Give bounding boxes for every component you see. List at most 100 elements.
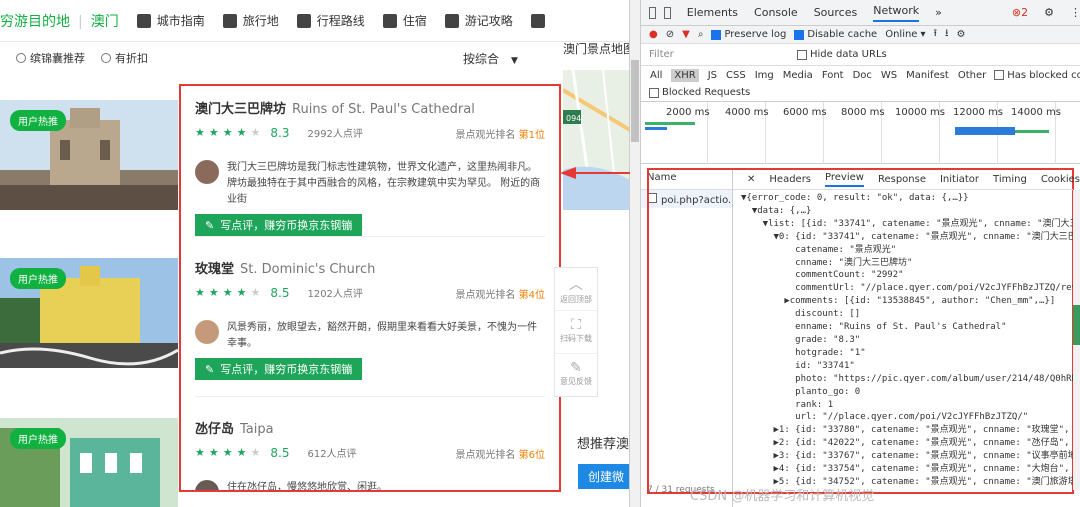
type-doc[interactable]: Doc bbox=[853, 70, 872, 81]
nav-city-guide[interactable]: 城市指南 bbox=[136, 12, 205, 29]
type-media[interactable]: Media bbox=[783, 70, 813, 81]
error-badge[interactable]: ⊗2 bbox=[1012, 6, 1028, 19]
json-line[interactable]: commentCount: "2992" bbox=[741, 269, 1073, 282]
filter-icon[interactable]: ▼ bbox=[682, 29, 690, 40]
brand[interactable]: 穷游目的地 | 澳门 bbox=[0, 11, 119, 31]
json-line[interactable]: planto_go: 0 bbox=[741, 386, 1073, 399]
scrollbar-thumb[interactable] bbox=[1073, 305, 1080, 345]
filter-discount[interactable]: 有折扣 bbox=[101, 50, 148, 66]
poi-item-2[interactable]: 玫瑰堂 St. Dominic's Church ★ ★ ★ ★ ★ 8.5 1202人点评 … bbox=[195, 258, 545, 380]
nav-travelogues[interactable]: 游记攻略 bbox=[444, 12, 513, 29]
avatar[interactable] bbox=[195, 480, 219, 490]
json-line[interactable]: ▶1: {id: "33780", catename: "景点观光", cnna… bbox=[741, 424, 1073, 437]
json-line[interactable]: rank: 1 bbox=[741, 399, 1073, 412]
device-toggle-icon[interactable] bbox=[663, 6, 671, 19]
poi-title-cn[interactable]: 氹仔岛 bbox=[195, 422, 234, 437]
poi-title-en[interactable]: Taipa bbox=[240, 422, 274, 437]
write-review-button[interactable]: ✎ 写点评，赚穷币换京东钢镚 bbox=[195, 214, 363, 236]
avatar[interactable] bbox=[195, 160, 219, 184]
json-line[interactable]: id: "33741" bbox=[741, 360, 1073, 373]
nav-hotels[interactable]: 住宿 bbox=[382, 12, 427, 29]
has-blocked-cookies-checkbox[interactable]: Has blocked cookies bbox=[994, 70, 1080, 81]
json-line[interactable]: ▶3: {id: "33767", catename: "景点观光", cnna… bbox=[741, 450, 1074, 463]
disable-cache-checkbox[interactable]: Disable cache bbox=[794, 29, 877, 40]
json-line[interactable]: url: "//place.qyer.com/poi/V2cJYFFhBzJTZ… bbox=[741, 411, 1073, 424]
json-line[interactable]: ▶4: {id: "33754", catename: "景点观光", cnna… bbox=[741, 463, 1073, 476]
back-to-top-button[interactable]: ︿ 返回顶部 bbox=[555, 268, 597, 311]
gear-icon[interactable]: ⚙ bbox=[1044, 6, 1054, 19]
json-line[interactable]: ▼0: {id: "33741", catename: "景点观光", cnna… bbox=[741, 231, 1074, 244]
poi-thumb-2[interactable]: 用户热推 bbox=[0, 258, 178, 368]
kebab-menu-icon[interactable]: ⋮ bbox=[1070, 6, 1080, 19]
poi-item-1[interactable]: 澳门大三巴牌坊 Ruins of St. Paul's Cathedral ★ ★ ★… bbox=[195, 98, 545, 236]
type-ws[interactable]: WS bbox=[881, 70, 897, 81]
scrollbar-thumb[interactable] bbox=[631, 60, 639, 142]
tab-console[interactable]: Console bbox=[754, 6, 798, 19]
json-preview[interactable]: ▼{error_code: 0, result: "ok", data: {,…… bbox=[741, 192, 1073, 492]
poi-item-3[interactable]: 氹仔岛 Taipa ★ ★ ★ ★ ★ 8.5 612人点评 景点观光排名 第6位 住在氹仔岛… bbox=[195, 418, 545, 490]
poi-title-en[interactable]: Ruins of St. Paul's Cathedral bbox=[292, 102, 475, 117]
tab-preview[interactable]: Preview bbox=[825, 172, 864, 187]
json-line[interactable]: ▼list: [{id: "33741", catename: "景点观光", … bbox=[741, 218, 1073, 231]
feedback-button[interactable]: ✎ 意见反馈 bbox=[555, 354, 597, 397]
map-preview[interactable]: 094 bbox=[563, 70, 629, 210]
tab-network[interactable]: Network bbox=[873, 4, 920, 22]
poi-review-count[interactable]: 2992人点评 bbox=[307, 125, 362, 140]
json-line[interactable]: enname: "Ruins of St. Paul's Cathedral" bbox=[741, 321, 1073, 334]
settings-icon[interactable]: ⚙ bbox=[957, 29, 966, 40]
json-line[interactable]: catename: "景点观光" bbox=[741, 244, 1073, 257]
type-other[interactable]: Other bbox=[958, 70, 986, 81]
tab-initiator[interactable]: Initiator bbox=[940, 174, 979, 185]
json-line[interactable]: discount: [] bbox=[741, 308, 1073, 321]
type-img[interactable]: Img bbox=[755, 70, 774, 81]
preview-scrollbar[interactable] bbox=[1073, 190, 1080, 490]
network-timeline[interactable]: 2000 ms 4000 ms 6000 ms 8000 ms 10000 ms… bbox=[641, 102, 1080, 164]
type-xhr[interactable]: XHR bbox=[671, 68, 699, 82]
poi-review-count[interactable]: 612人点评 bbox=[307, 445, 356, 460]
poi-title-en[interactable]: St. Dominic's Church bbox=[240, 262, 375, 277]
create-button[interactable]: 创建微 bbox=[578, 464, 629, 489]
close-icon[interactable]: ✕ bbox=[747, 174, 755, 185]
json-line[interactable]: ▼data: {,…} bbox=[741, 205, 1073, 218]
json-line[interactable]: commentUrl: "//place.qyer.com/poi/V2cJYF… bbox=[741, 282, 1073, 295]
nav-more[interactable] bbox=[530, 13, 545, 28]
tab-headers[interactable]: Headers bbox=[769, 174, 811, 185]
record-icon[interactable]: ● bbox=[649, 29, 658, 40]
sort-select[interactable]: 按综合 ▼ bbox=[463, 50, 518, 67]
nav-routes[interactable]: 行程路线 bbox=[296, 12, 365, 29]
type-all[interactable]: All bbox=[650, 70, 662, 81]
download-icon[interactable]: ⭳ bbox=[945, 26, 949, 43]
tab-cookies[interactable]: Cookies bbox=[1041, 174, 1080, 185]
hide-data-urls-checkbox[interactable]: Hide data URLs bbox=[797, 49, 887, 60]
poi-title-cn[interactable]: 玫瑰堂 bbox=[195, 262, 234, 277]
tab-response[interactable]: Response bbox=[878, 174, 926, 185]
blocked-requests-checkbox[interactable]: Blocked Requests bbox=[649, 87, 750, 98]
inspect-icon[interactable] bbox=[649, 6, 656, 19]
json-line[interactable]: ▶comments: [{id: "13538845", author: "Ch… bbox=[741, 295, 1073, 308]
clear-icon[interactable]: ⊘ bbox=[666, 29, 674, 40]
json-line[interactable]: cnname: "澳门大三巴牌坊" bbox=[741, 257, 1073, 270]
avatar[interactable] bbox=[195, 320, 219, 344]
poi-thumb-1[interactable]: 用户热推 bbox=[0, 100, 178, 210]
filter-recommended[interactable]: 缤锦囊推荐 bbox=[16, 50, 85, 66]
json-line[interactable]: ▶2: {id: "42022", catename: "景点观光", cnna… bbox=[741, 437, 1073, 450]
write-review-button[interactable]: ✎ 写点评，赚穷币换京东钢镚 bbox=[195, 358, 363, 380]
tab-timing[interactable]: Timing bbox=[993, 174, 1027, 185]
filter-input[interactable]: Filter bbox=[649, 49, 789, 60]
tab-elements[interactable]: Elements bbox=[687, 6, 738, 19]
type-font[interactable]: Font bbox=[822, 70, 844, 81]
search-icon[interactable]: ⌕ bbox=[698, 29, 704, 40]
poi-thumb-3[interactable]: 用户热推 bbox=[0, 418, 178, 507]
throttle-select[interactable]: Online ▾ bbox=[885, 29, 925, 40]
more-tabs-icon[interactable]: » bbox=[935, 6, 942, 19]
type-css[interactable]: CSS bbox=[726, 70, 746, 81]
preserve-log-checkbox[interactable]: Preserve log bbox=[711, 29, 786, 40]
type-js[interactable]: JS bbox=[708, 70, 717, 81]
poi-title-cn[interactable]: 澳门大三巴牌坊 bbox=[195, 102, 286, 117]
tab-sources[interactable]: Sources bbox=[814, 6, 858, 19]
json-line[interactable]: ▼{error_code: 0, result: "ok", data: {,…… bbox=[741, 192, 1073, 205]
scan-download-button[interactable]: ⛶ 扫码下载 bbox=[555, 311, 597, 354]
json-line[interactable]: photo: "https://pic.qyer.com/album/user/… bbox=[741, 373, 1073, 386]
upload-icon[interactable]: ⭱ bbox=[934, 26, 938, 43]
page-scrollbar[interactable] bbox=[630, 0, 640, 507]
